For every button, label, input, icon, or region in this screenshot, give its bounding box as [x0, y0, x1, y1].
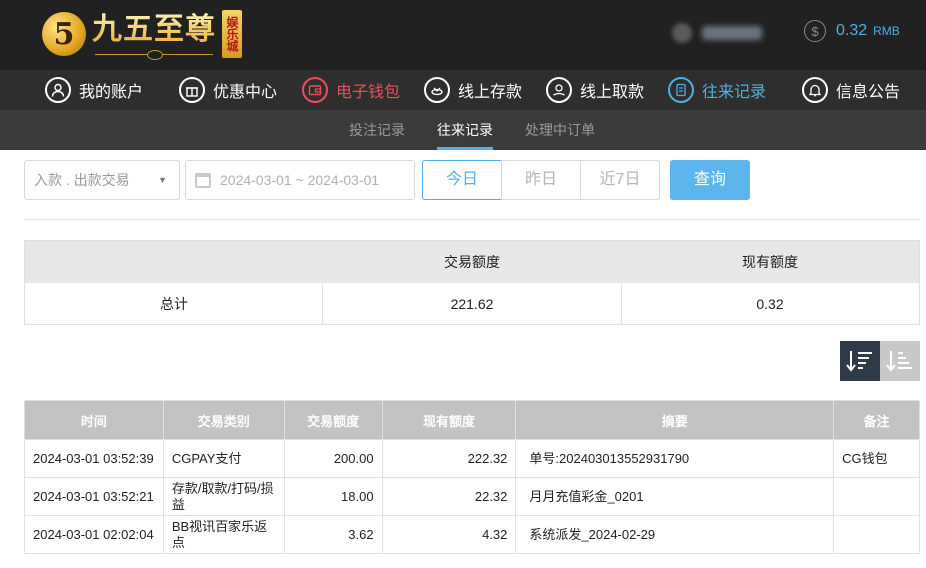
logo-mark: 5 [42, 12, 86, 56]
quick-last7-button[interactable]: 近7日 [580, 160, 660, 200]
sort-descending-button[interactable] [840, 341, 880, 381]
nav-label: 往来记录 [702, 84, 767, 101]
wallet-icon [302, 77, 328, 103]
cell-amount: 200.00 [283, 439, 383, 478]
column-separator [621, 283, 622, 324]
cell-balance: 4.32 [381, 515, 517, 554]
quick-yesterday-button[interactable]: 昨日 [501, 160, 581, 200]
nav-label: 我的账户 [79, 84, 144, 101]
query-button[interactable]: 查询 [670, 160, 750, 200]
cell-time: 2024-03-01 03:52:39 [24, 439, 164, 478]
cell-type: BB视讯百家乐返点 [162, 515, 285, 554]
summary-total-balance: 0.32 [756, 296, 784, 312]
cell-summary: 系统派发_2024-02-29 [515, 515, 835, 554]
cell-time: 2024-03-01 03:52:21 [24, 477, 164, 516]
nav-announcements[interactable]: 信息公告 [802, 70, 900, 110]
cell-amount: 3.62 [283, 515, 383, 554]
sort-ascending-button[interactable] [880, 341, 920, 381]
tab-pending-orders[interactable]: 处理中订单 [525, 110, 595, 150]
quick-today-button[interactable]: 今日 [422, 160, 502, 200]
logo-title: 九五至尊 [92, 12, 216, 47]
balance-value: 0.32 [836, 22, 868, 39]
summary-header-balance: 现有额度 [742, 254, 798, 270]
caret-down-icon: ▼ [158, 175, 167, 185]
table-row: 2024-03-01 03:52:21 存款/取款/打码/损益 18.00 22… [24, 477, 920, 516]
nav-e-wallet[interactable]: 电子钱包 [302, 70, 400, 110]
user-icon [45, 77, 71, 103]
summary-table: 交易额度 现有额度 总计 221.62 0.32 [24, 240, 920, 325]
balance-display: $ 0.32 RMB [804, 20, 900, 42]
summary-total-amount: 221.62 [450, 296, 494, 312]
username-blurred [702, 26, 762, 40]
cell-type: CGPAY支付 [162, 439, 285, 478]
date-range-value: 2024-03-01 ~ 2024-03-01 [220, 172, 380, 188]
nav-label: 电子钱包 [336, 84, 401, 101]
summary-header-amount: 交易额度 [444, 254, 500, 270]
nav-my-account[interactable]: 我的账户 [45, 70, 143, 110]
cell-summary: 月月充值彩金_0201 [515, 477, 835, 516]
nav-label: 信息公告 [836, 84, 901, 101]
summary-total-label: 总计 [160, 296, 188, 312]
nav-promotions[interactable]: 优惠中心 [179, 70, 277, 110]
nav-label: 优惠中心 [213, 84, 278, 101]
logo-ornament [95, 47, 213, 60]
cell-balance: 222.32 [381, 439, 517, 478]
table-row: 2024-03-01 03:52:39 CGPAY支付 200.00 222.3… [24, 439, 920, 478]
column-header-type[interactable]: 交易类别 [162, 400, 285, 440]
nav-label: 线上取款 [580, 84, 645, 101]
cell-type: 存款/取款/打码/损益 [162, 477, 285, 516]
tab-bet-records[interactable]: 投注记录 [349, 110, 405, 150]
nav-transaction-records[interactable]: 往来记录 [668, 70, 766, 110]
tab-transaction-records[interactable]: 往来记录 [437, 110, 493, 150]
cell-amount: 18.00 [283, 477, 383, 516]
user-account-blurred[interactable] [672, 22, 768, 44]
column-header-time[interactable]: 时间 [24, 400, 164, 440]
transaction-type-select[interactable]: 入款 . 出款交易 ▼ [24, 160, 180, 200]
site-logo[interactable]: 5 九五至尊 娱乐城 [42, 6, 242, 62]
cell-balance: 22.32 [381, 477, 517, 516]
sort-asc-icon [886, 351, 912, 372]
calendar-icon [195, 173, 211, 188]
cell-remark: CG钱包 [833, 439, 920, 478]
date-range-input[interactable]: 2024-03-01 ~ 2024-03-01 [185, 160, 415, 200]
column-header-amount[interactable]: 交易额度 [283, 400, 383, 440]
table-header-row: 时间 交易类别 交易额度 现有额度 摘要 备注 [24, 400, 920, 440]
deposit-icon [424, 77, 450, 103]
records-table: 时间 交易类别 交易额度 现有额度 摘要 备注 2024-03-01 03:52… [24, 400, 920, 554]
cell-time: 2024-03-01 02:02:04 [24, 515, 164, 554]
logo-text-group: 九五至尊 [92, 12, 216, 60]
coin-icon: $ [804, 20, 826, 42]
summary-header-row: 交易额度 现有额度 [25, 241, 919, 283]
select-value: 入款 . 出款交易 [34, 172, 130, 188]
balance-unit: RMB [873, 24, 900, 38]
nav-online-withdraw[interactable]: 线上取款 [546, 70, 644, 110]
nav-label: 线上存款 [458, 84, 523, 101]
cell-summary: 单号:202403013552931790 [515, 439, 835, 478]
logo-badge: 娱乐城 [222, 10, 242, 58]
top-header: 5 九五至尊 娱乐城 $ 0.32 RMB [0, 0, 926, 70]
column-header-summary[interactable]: 摘要 [515, 400, 835, 440]
summary-total-row: 总计 221.62 0.32 [25, 283, 919, 324]
nav-online-deposit[interactable]: 线上存款 [424, 70, 522, 110]
column-separator [322, 283, 323, 324]
gift-icon [179, 77, 205, 103]
main-nav: 我的账户 优惠中心 电子钱包 线上存款 线上取款 往来记录 信息公告 [0, 70, 926, 110]
sort-desc-icon [846, 351, 872, 372]
column-header-balance[interactable]: 现有额度 [381, 400, 517, 440]
cell-remark [833, 515, 920, 554]
cell-remark [833, 477, 920, 516]
divider [24, 219, 920, 220]
withdraw-icon [546, 77, 572, 103]
bell-icon [802, 77, 828, 103]
records-icon [668, 77, 694, 103]
column-header-remark[interactable]: 备注 [833, 400, 920, 440]
avatar [672, 23, 692, 43]
table-row: 2024-03-01 02:02:04 BB视讯百家乐返点 3.62 4.32 … [24, 515, 920, 554]
sub-nav: 投注记录 往来记录 处理中订单 [0, 110, 926, 150]
